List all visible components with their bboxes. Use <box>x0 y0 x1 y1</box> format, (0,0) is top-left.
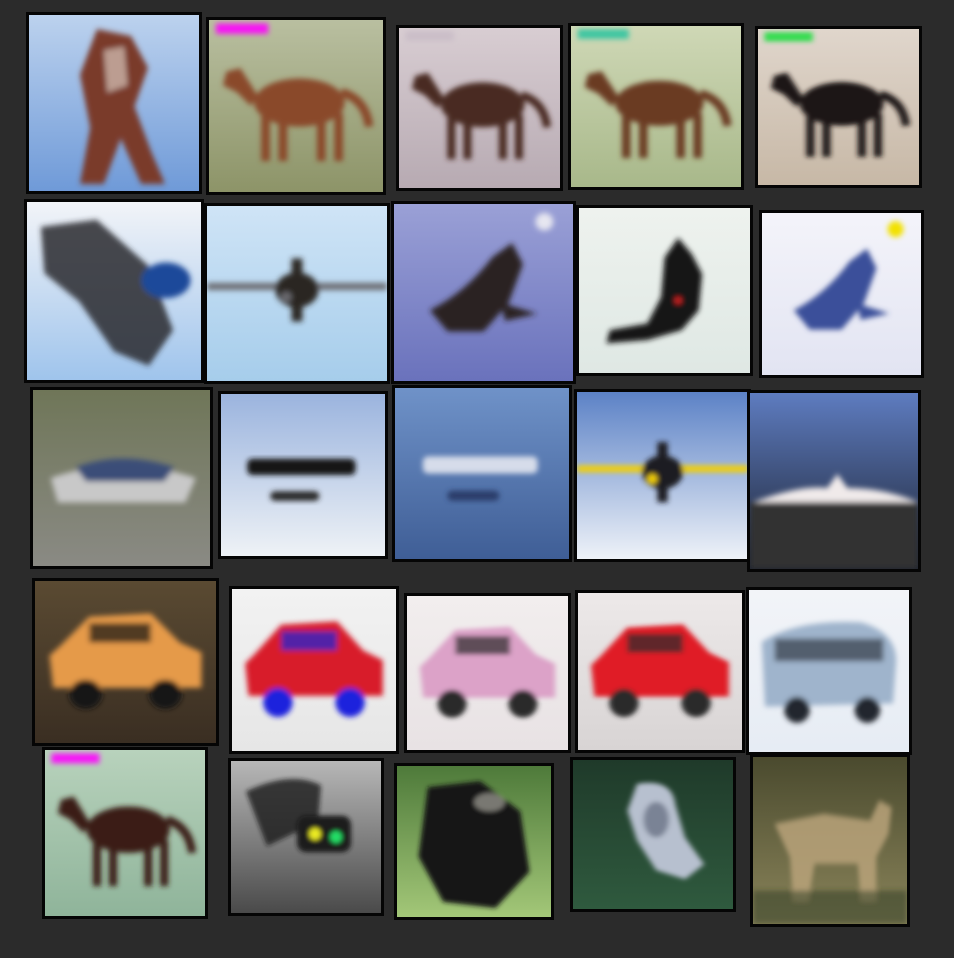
horse-image <box>209 20 383 192</box>
image-tile <box>747 390 921 572</box>
airplane-image <box>579 208 750 373</box>
automobile-image <box>749 590 909 752</box>
image-tile <box>575 590 745 753</box>
image-tile <box>404 593 571 753</box>
image-tile <box>755 26 922 188</box>
image-tile <box>391 201 576 384</box>
horse-image <box>571 26 741 187</box>
image-tile <box>206 17 386 195</box>
ship-image <box>577 392 748 559</box>
image-tile <box>218 391 388 559</box>
airplane-image <box>762 213 921 375</box>
image-tile <box>32 578 219 746</box>
image-tile <box>204 203 390 384</box>
automobile-image <box>35 581 216 743</box>
image-tile <box>228 758 384 916</box>
dog-image <box>397 766 551 917</box>
image-tile <box>396 25 563 191</box>
image-tile <box>746 587 912 755</box>
image-tile <box>570 757 736 912</box>
automobile-image <box>407 596 568 750</box>
horse-image <box>758 29 919 185</box>
image-tile <box>568 23 744 190</box>
automobile-image <box>232 589 396 751</box>
image-tile <box>24 199 204 383</box>
ship-image <box>33 390 210 566</box>
horse-image <box>29 15 199 191</box>
image-tile <box>42 747 208 919</box>
image-tile <box>392 385 572 562</box>
image-tile <box>394 763 554 920</box>
image-grid <box>0 0 954 958</box>
airplane-image <box>207 206 387 381</box>
horse-image <box>399 28 560 188</box>
deer-image <box>753 757 907 924</box>
image-tile <box>576 205 753 376</box>
image-tile <box>26 12 202 194</box>
airplane-image <box>394 204 573 381</box>
image-tile <box>759 210 924 378</box>
image-tile <box>574 389 751 562</box>
ship-image <box>750 393 918 569</box>
ship-image <box>395 388 569 559</box>
airplane-image <box>27 202 201 380</box>
bird-image <box>573 760 733 909</box>
ship-image <box>221 394 385 556</box>
horse-image <box>45 750 205 916</box>
image-tile <box>30 387 213 569</box>
image-tile <box>750 754 910 927</box>
image-tile <box>229 586 399 754</box>
cat-image <box>231 761 381 913</box>
automobile-image <box>578 593 742 750</box>
